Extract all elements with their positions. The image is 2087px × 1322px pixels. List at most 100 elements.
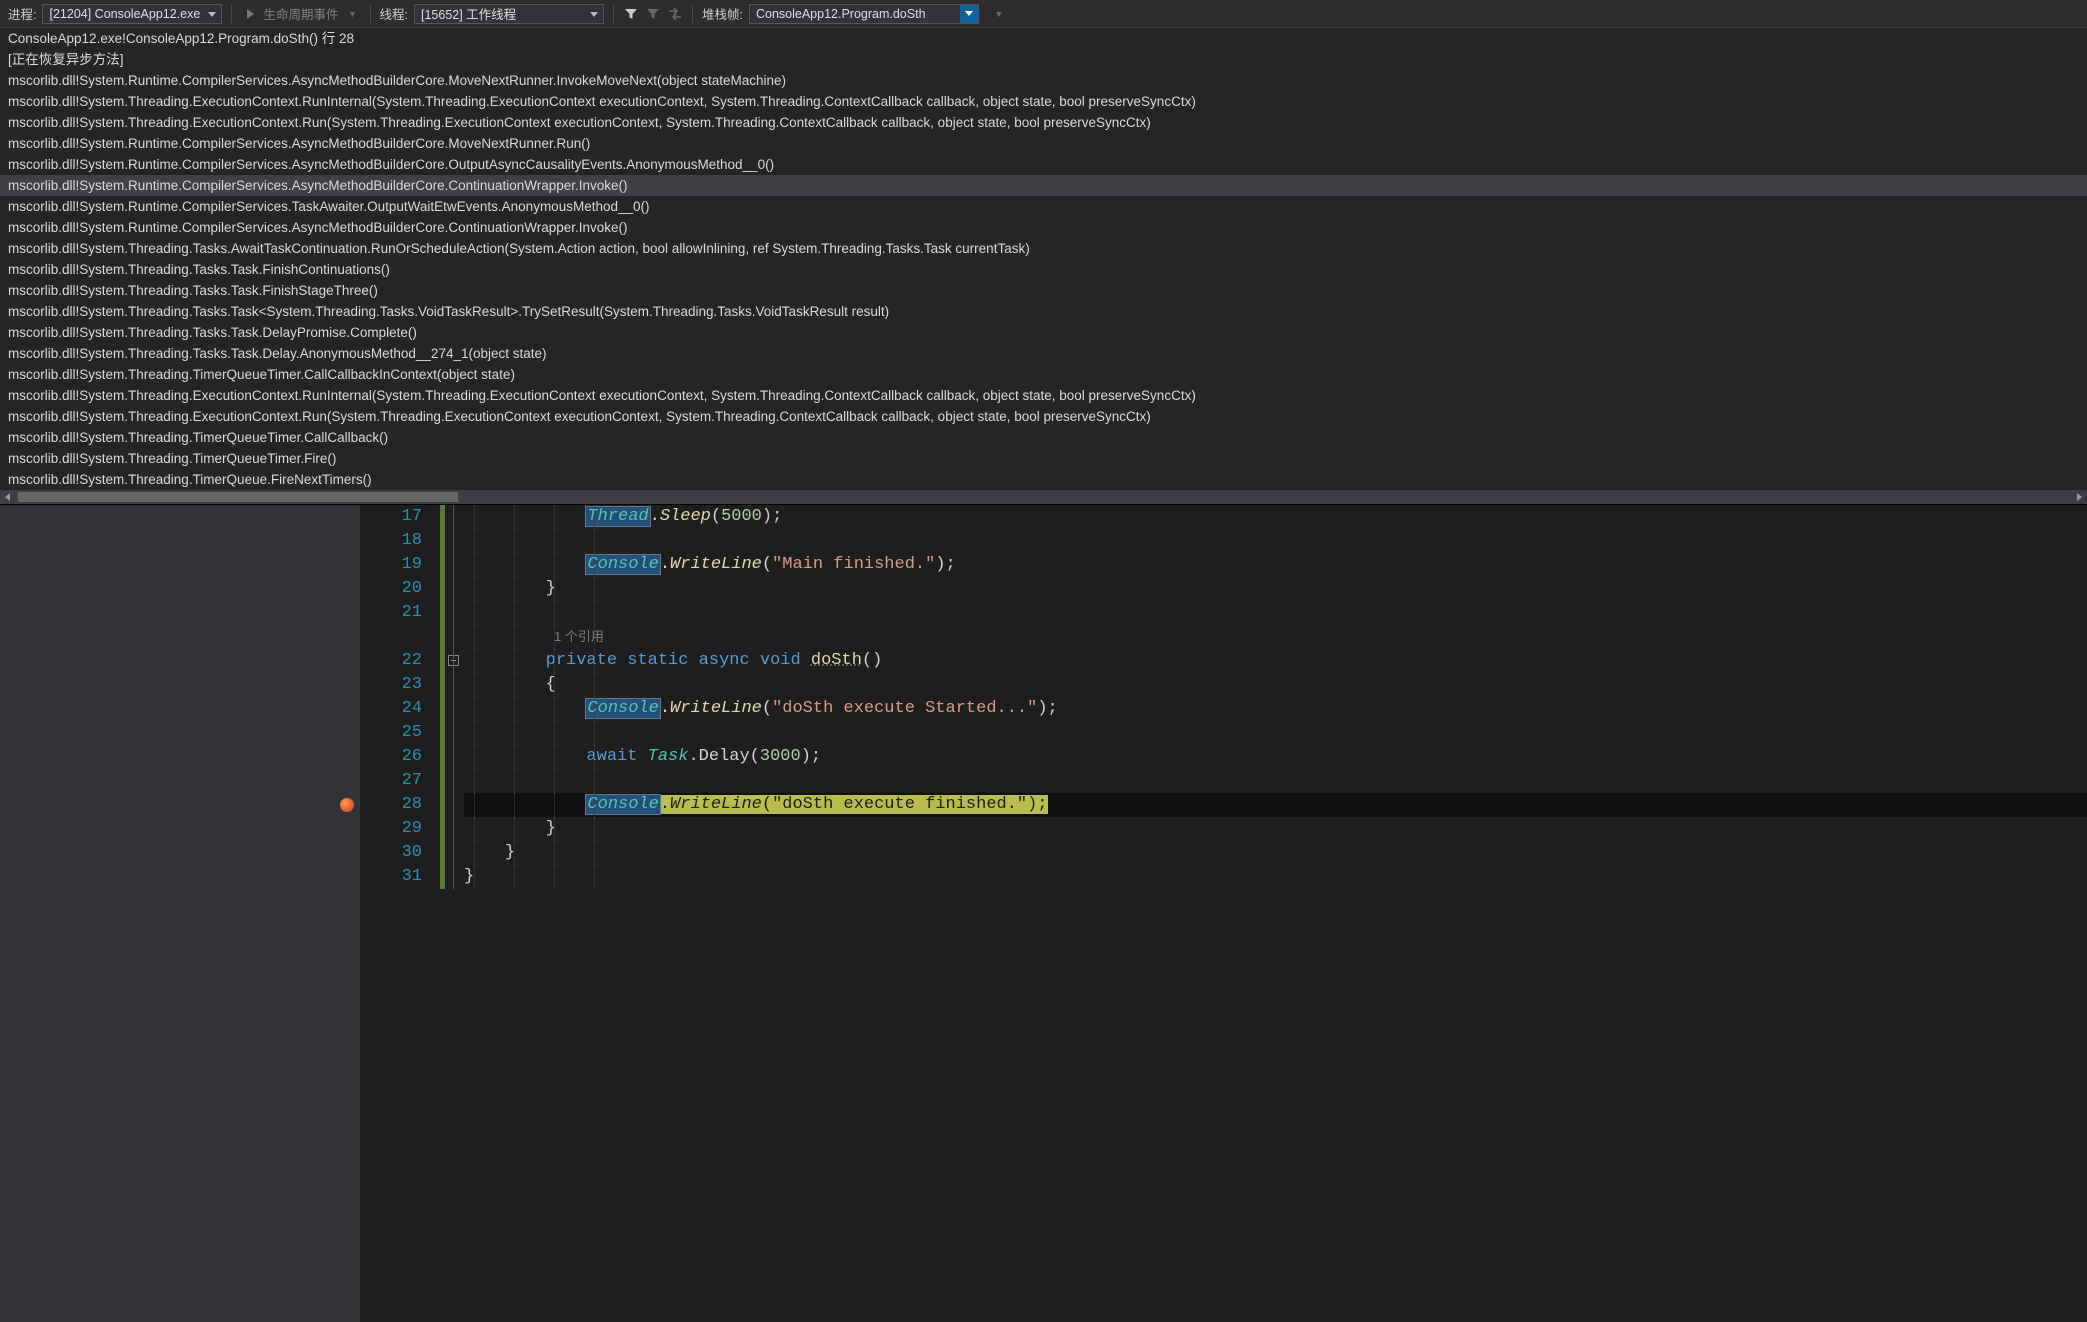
indent-guide xyxy=(514,745,515,769)
code-line[interactable]: } xyxy=(464,577,2087,601)
code-line[interactable] xyxy=(464,721,2087,745)
code-line[interactable] xyxy=(464,769,2087,793)
code-editor[interactable]: 171819202122232425262728293031 Thread.Sl… xyxy=(0,505,2087,1322)
fold-gutter[interactable] xyxy=(446,505,464,1322)
line-number: 20 xyxy=(360,577,422,601)
indent-guide xyxy=(554,577,555,601)
callstack-row[interactable]: mscorlib.dll!System.Threading.Tasks.Task… xyxy=(0,280,2087,301)
indent-guide xyxy=(554,865,555,889)
callstack-row[interactable]: mscorlib.dll!System.Threading.ExecutionC… xyxy=(0,406,2087,427)
scroll-thumb[interactable] xyxy=(18,492,458,502)
indent-guide xyxy=(514,721,515,745)
callstack-row[interactable]: ConsoleApp12.exe!ConsoleApp12.Program.do… xyxy=(0,28,2087,49)
indent-guide xyxy=(554,505,555,529)
indent-guide xyxy=(594,721,595,745)
callstack-row[interactable]: mscorlib.dll!System.Runtime.CompilerServ… xyxy=(0,175,2087,196)
callstack-row[interactable]: mscorlib.dll!System.Threading.Tasks.Task… xyxy=(0,301,2087,322)
line-number: 25 xyxy=(360,721,422,745)
code-line[interactable]: } xyxy=(464,817,2087,841)
indent-guide xyxy=(514,841,515,865)
indent-guide xyxy=(594,817,595,841)
indent-guide xyxy=(474,577,475,601)
indent-guide xyxy=(554,553,555,577)
caret-down-icon[interactable]: ▼ xyxy=(991,6,1007,22)
thread-combo[interactable]: [15652] 工作线程 xyxy=(414,4,604,24)
swap-frame-icon[interactable] xyxy=(667,6,683,22)
indent-guide xyxy=(474,553,475,577)
callstack-row[interactable]: mscorlib.dll!System.Runtime.CompilerServ… xyxy=(0,133,2087,154)
callstack-rows: ConsoleApp12.exe!ConsoleApp12.Program.do… xyxy=(0,28,2087,490)
indent-guide xyxy=(594,577,595,601)
code-line[interactable] xyxy=(464,601,2087,625)
code-line[interactable]: Thread.Sleep(5000); xyxy=(464,505,2087,529)
code-line[interactable]: await Task.Delay(3000); xyxy=(464,745,2087,769)
callstack-row[interactable]: mscorlib.dll!System.Threading.TimerQueue… xyxy=(0,448,2087,469)
code-line[interactable] xyxy=(464,529,2087,553)
scroll-left-icon[interactable] xyxy=(5,493,10,501)
indent-guide xyxy=(514,601,515,625)
indent-guide xyxy=(514,697,515,721)
lifecycle-drop-icon[interactable]: ▼ xyxy=(345,6,361,22)
indent-guide xyxy=(514,673,515,697)
code-line[interactable]: Console.WriteLine("doSth execute finishe… xyxy=(464,793,2087,817)
indent-guide xyxy=(594,769,595,793)
funnel-icon[interactable] xyxy=(623,6,639,22)
callstack-row[interactable]: mscorlib.dll!System.Threading.ExecutionC… xyxy=(0,385,2087,406)
callstack-row[interactable]: mscorlib.dll!System.Threading.Tasks.Task… xyxy=(0,322,2087,343)
code-content[interactable]: Thread.Sleep(5000); Console.WriteLine("M… xyxy=(464,505,2087,1322)
indent-guide xyxy=(514,505,515,529)
callstack-row[interactable]: mscorlib.dll!System.Threading.Tasks.Task… xyxy=(0,343,2087,364)
callstack-row[interactable]: mscorlib.dll!System.Threading.Tasks.Awai… xyxy=(0,238,2087,259)
codelens-label[interactable]: 1 个引用 xyxy=(464,629,604,644)
indent-guide xyxy=(514,817,515,841)
indent-guide xyxy=(514,793,515,817)
indent-guide xyxy=(594,553,595,577)
callstack-row[interactable]: mscorlib.dll!System.Runtime.CompilerServ… xyxy=(0,196,2087,217)
indent-guide xyxy=(554,625,555,649)
line-number: 17 xyxy=(360,505,422,529)
code-line[interactable]: { xyxy=(464,673,2087,697)
callstack-row[interactable]: mscorlib.dll!System.Runtime.CompilerServ… xyxy=(0,70,2087,91)
breakpoint-gutter[interactable] xyxy=(0,505,360,1322)
line-number: 19 xyxy=(360,553,422,577)
stackframe-label: 堆栈帧: xyxy=(702,4,743,23)
stackframe-combo[interactable]: ConsoleApp12.Program.doSth xyxy=(749,4,979,24)
callstack-row[interactable]: mscorlib.dll!System.Runtime.CompilerServ… xyxy=(0,217,2087,238)
line-number: 28 xyxy=(360,793,422,817)
line-number: 18 xyxy=(360,529,422,553)
indent-guide xyxy=(474,625,475,649)
callstack-row[interactable]: mscorlib.dll!System.Threading.TimerQueue… xyxy=(0,427,2087,448)
line-number-gutter: 171819202122232425262728293031 xyxy=(360,505,440,1322)
lifecycle-icon[interactable] xyxy=(241,6,257,22)
callstack-row[interactable]: mscorlib.dll!System.Threading.ExecutionC… xyxy=(0,112,2087,133)
indent-guide xyxy=(554,817,555,841)
callstack-row[interactable]: mscorlib.dll!System.Threading.ExecutionC… xyxy=(0,91,2087,112)
scroll-right-icon[interactable] xyxy=(2077,493,2082,501)
code-line[interactable]: } xyxy=(464,865,2087,889)
callstack-row[interactable]: mscorlib.dll!System.Threading.Tasks.Task… xyxy=(0,259,2087,280)
chevron-down-icon[interactable] xyxy=(960,5,978,23)
breakpoint-icon[interactable] xyxy=(340,798,354,812)
code-line[interactable]: Console.WriteLine("Main finished."); xyxy=(464,553,2087,577)
indent-guide xyxy=(594,505,595,529)
line-number: 30 xyxy=(360,841,422,865)
indent-guide xyxy=(474,505,475,529)
indent-guide xyxy=(594,697,595,721)
code-line[interactable]: Console.WriteLine("doSth execute Started… xyxy=(464,697,2087,721)
callstack-row[interactable]: mscorlib.dll!System.Threading.TimerQueue… xyxy=(0,469,2087,490)
process-combo[interactable]: [21204] ConsoleApp12.exe xyxy=(42,4,222,24)
code-line[interactable]: } xyxy=(464,841,2087,865)
code-line[interactable]: 1 个引用 xyxy=(464,625,2087,649)
horizontal-scrollbar[interactable] xyxy=(0,490,2087,504)
callstack-row[interactable]: [正在恢复异步方法] xyxy=(0,49,2087,70)
indent-guide xyxy=(474,841,475,865)
indent-guide xyxy=(554,649,555,673)
indent-guide xyxy=(474,865,475,889)
code-line[interactable]: private static async void doSth() xyxy=(464,649,2087,673)
callstack-row[interactable]: mscorlib.dll!System.Threading.TimerQueue… xyxy=(0,364,2087,385)
indent-guide xyxy=(514,865,515,889)
indent-guide xyxy=(554,745,555,769)
line-number: 24 xyxy=(360,697,422,721)
funnel-clear-icon[interactable] xyxy=(645,6,661,22)
callstack-row[interactable]: mscorlib.dll!System.Runtime.CompilerServ… xyxy=(0,154,2087,175)
